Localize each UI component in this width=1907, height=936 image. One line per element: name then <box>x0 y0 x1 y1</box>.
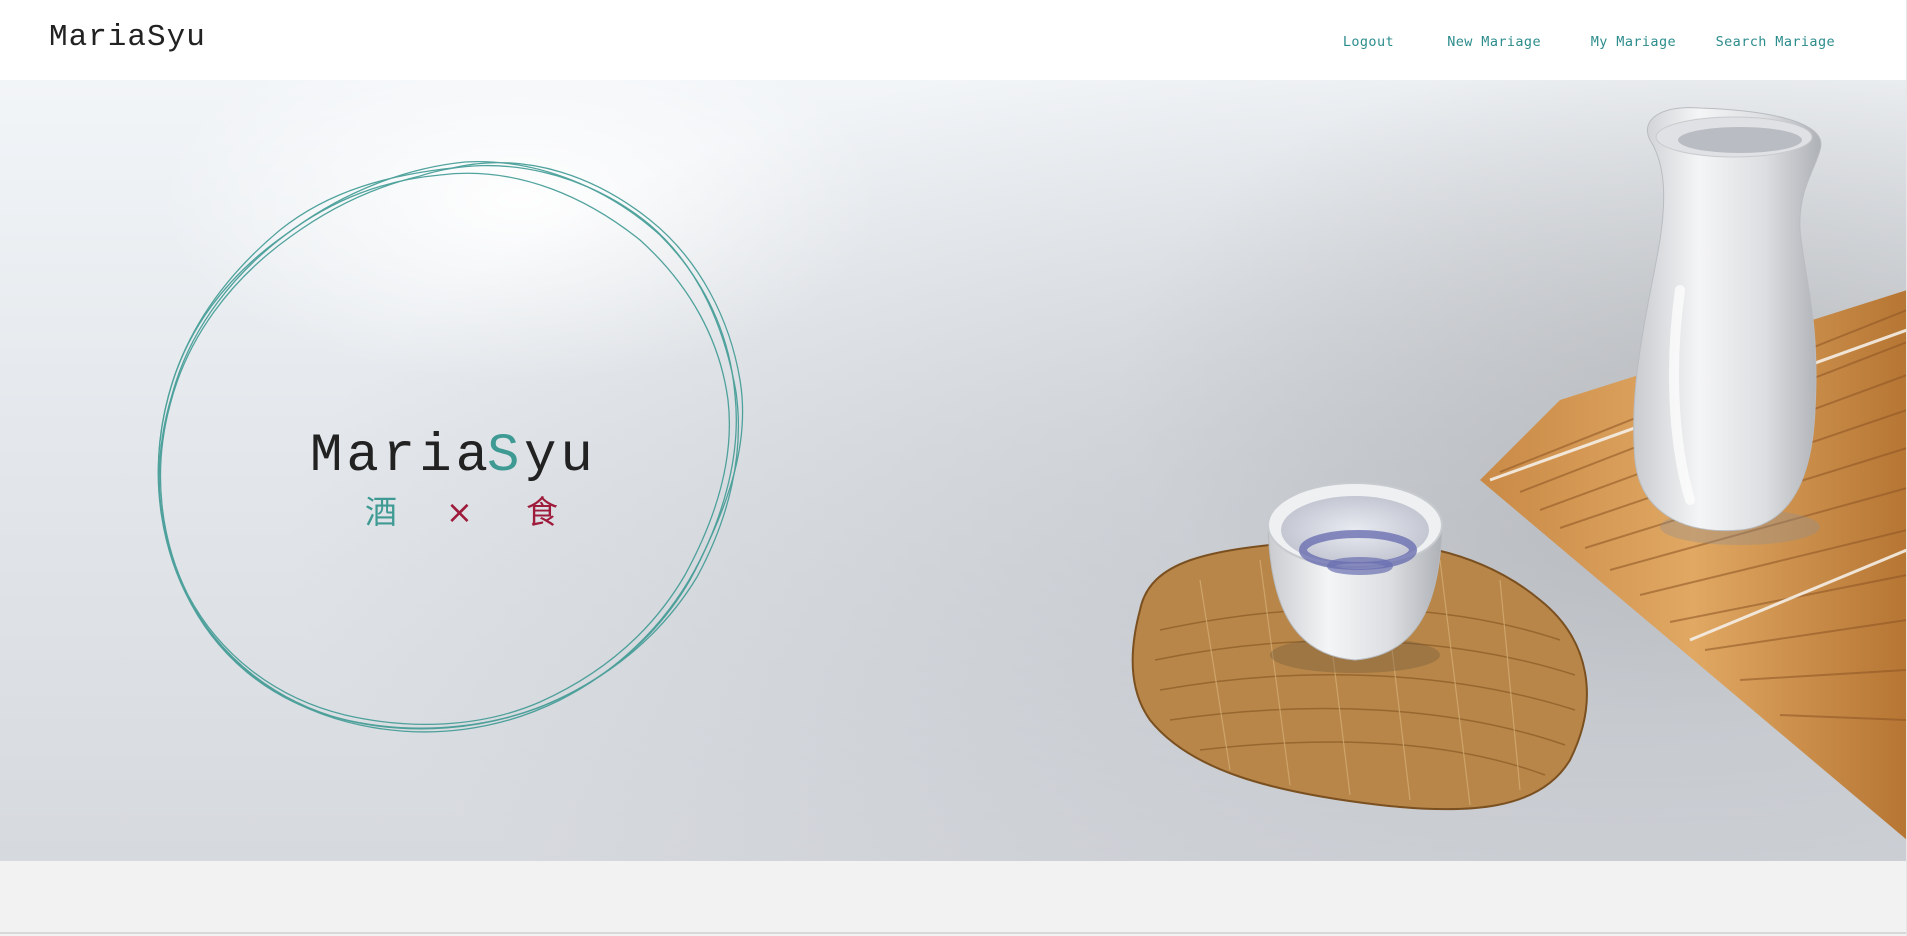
divider <box>0 932 1907 934</box>
hero-illustration: Maria S yu 酒 × 食 <box>0 80 1907 861</box>
logo-title-s: S <box>487 426 519 487</box>
site-header: MariaSyu Logout New Mariage My Mariage S… <box>0 0 1907 80</box>
sake-flask <box>1633 107 1822 545</box>
nav-logout[interactable]: Logout <box>1343 34 1394 50</box>
logo-kanji-food: 食 <box>526 493 558 531</box>
logo-kanji-cross: × <box>446 493 473 531</box>
nav-new-mariage[interactable]: New Mariage <box>1447 34 1541 50</box>
nav-search-mariage[interactable]: Search Mariage <box>1716 34 1835 50</box>
logo-kanji-sake: 酒 <box>365 493 397 531</box>
hero-banner: Maria S yu 酒 × 食 <box>0 80 1907 861</box>
logo-title-yu: yu <box>524 426 597 487</box>
content-area <box>0 861 1907 936</box>
sake-cup <box>1267 482 1443 673</box>
brand-logo-text[interactable]: MariaSyu <box>49 20 206 55</box>
nav-my-mariage[interactable]: My Mariage <box>1591 34 1676 50</box>
logo-title-maria: Maria <box>310 426 492 487</box>
